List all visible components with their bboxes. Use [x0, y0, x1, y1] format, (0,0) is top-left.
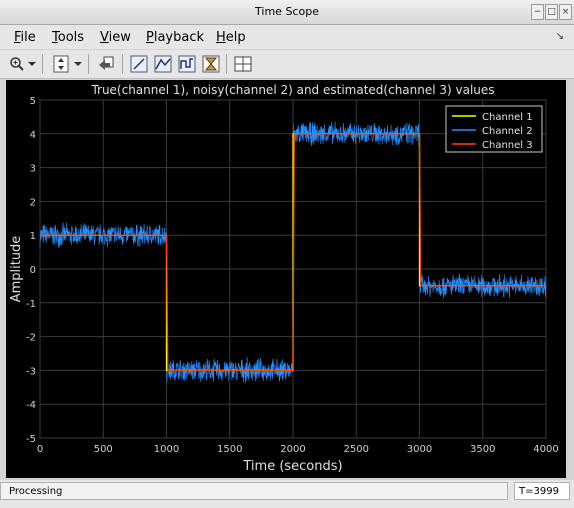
restore-default-view-icon[interactable]	[95, 53, 117, 75]
x-tick-label: 3000	[407, 444, 432, 455]
x-tick-label: 1000	[154, 444, 179, 455]
y-tick-label: 4	[30, 130, 36, 141]
time-scope-chart[interactable]: True(channel 1), noisy(channel 2) and es…	[6, 80, 566, 478]
layout-icon[interactable]	[232, 53, 254, 75]
menu-label-rest: ools	[57, 30, 85, 45]
x-tick-label: 2500	[344, 444, 369, 455]
minimize-button[interactable]: −	[531, 4, 544, 20]
toolbar-separator-3	[122, 54, 123, 74]
x-tick-label: 0	[37, 444, 43, 455]
zoom-in-icon[interactable]	[6, 53, 28, 75]
menu-label-rest: layback	[153, 30, 205, 45]
toolbar-separator-4	[226, 54, 227, 74]
dropdown-arrow-icon[interactable]	[26, 53, 38, 75]
toolbar	[0, 50, 574, 79]
menu-view[interactable]: View	[100, 30, 131, 45]
x-tick-label: 1500	[217, 444, 242, 455]
close-button[interactable]: ×	[559, 4, 572, 20]
y-tick-label: -2	[26, 333, 36, 344]
data-cursors-icon[interactable]	[128, 53, 150, 75]
menu-file[interactable]: File	[14, 30, 36, 45]
menu-mnemonic: H	[216, 30, 226, 45]
peak-finder-icon[interactable]	[152, 53, 174, 75]
menu-playback[interactable]: Playback	[146, 30, 204, 45]
chart-title: True(channel 1), noisy(channel 2) and es…	[90, 83, 494, 97]
y-tick-label: -3	[26, 366, 36, 377]
y-tick-label: 2	[30, 197, 36, 208]
status-bar: Processing T=3999	[0, 480, 574, 508]
y-tick-label: -4	[26, 400, 36, 411]
status-text: Processing	[0, 482, 508, 500]
x-axis-label: Time (seconds)	[242, 459, 342, 474]
legend-label: Channel 3	[482, 140, 533, 151]
menu-label-rest: elp	[225, 30, 246, 45]
legend-label: Channel 2	[482, 126, 533, 137]
dock-arrow-icon[interactable]: ↘	[556, 31, 564, 42]
menu-bar: File Tools View Playback Help ↘	[0, 25, 574, 49]
menu-label-rest: iew	[108, 30, 131, 45]
signal-statistics-icon[interactable]	[176, 53, 198, 75]
maximize-button[interactable]: □	[545, 4, 558, 20]
x-tick-label: 500	[94, 444, 113, 455]
y-axis-label: Amplitude	[9, 236, 24, 303]
y-tick-label: -5	[26, 434, 36, 445]
x-tick-label: 3500	[470, 444, 495, 455]
simulation-time: T=3999	[514, 482, 570, 500]
window-titlebar: Time Scope − □ ×	[0, 0, 574, 25]
y-tick-label: 5	[30, 96, 36, 107]
y-tick-label: 3	[30, 164, 36, 175]
bilevel-measurements-icon[interactable]	[200, 53, 222, 75]
x-tick-label: 4000	[533, 444, 558, 455]
menu-mnemonic: V	[100, 30, 109, 45]
legend-label: Channel 1	[482, 112, 533, 123]
x-tick-label: 2000	[280, 444, 305, 455]
menu-tools[interactable]: Tools	[52, 30, 84, 45]
y-tick-label: 0	[30, 265, 36, 276]
window-title: Time Scope	[255, 5, 319, 18]
menu-help[interactable]: Help	[216, 30, 246, 45]
y-tick-label: 1	[30, 231, 36, 242]
toolbar-separator-2	[88, 54, 89, 74]
plot-area[interactable]: True(channel 1), noisy(channel 2) and es…	[6, 80, 566, 478]
menu-mnemonic: P	[146, 30, 154, 45]
toolbar-separator	[42, 54, 43, 74]
y-tick-label: -1	[26, 299, 36, 310]
menu-label-rest: ile	[20, 30, 36, 45]
scale-axes-icon[interactable]	[50, 53, 72, 75]
dropdown-arrow-icon-2[interactable]	[72, 53, 84, 75]
